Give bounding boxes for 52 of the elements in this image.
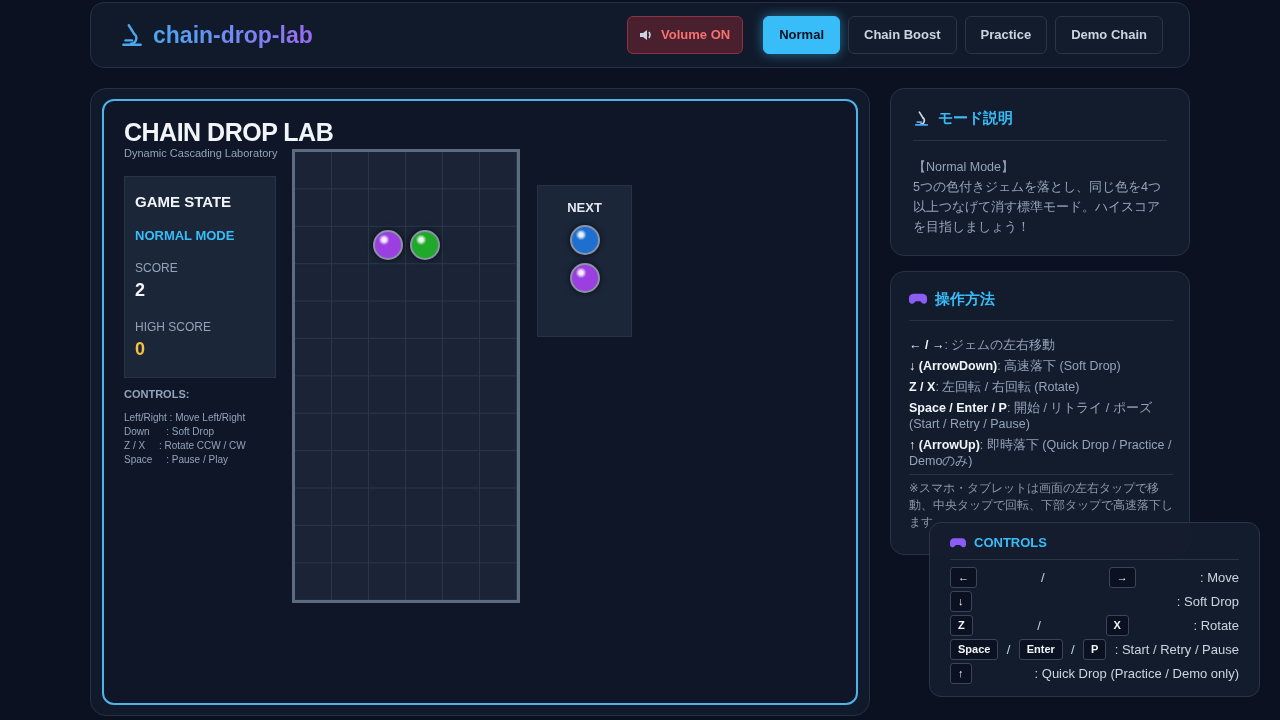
separator: / [1037,616,1041,635]
panel-heading: GAME STATE [135,192,233,212]
control-instruction: ↑ (ArrowUp): 即時落下 (Quick Drop / Practice / Demoのみ) [909,437,1173,469]
mode-tab[interactable]: Practice [964,16,1048,54]
controls-heading: CONTROLS: [124,387,191,402]
separator: / [1006,640,1011,659]
key-cap: ← [950,567,977,588]
controls-line: Space : Pause / Play [124,452,229,467]
key-cap: Z [950,615,973,636]
mode-tab[interactable]: Chain Boost [848,16,957,54]
controls-line: Left/Right : Move Left/Right [124,410,247,425]
control-description: : Quick Drop (Practice / Demo only) [1034,664,1239,683]
key-cap: ↑ [950,663,972,684]
key-cap: P [1083,639,1107,660]
panel-title: 操作方法 [935,288,995,309]
mode-tab[interactable]: Normal [763,16,840,54]
control-instruction: Z / X: 左回転 / 右回転 (Rotate) [909,379,1081,395]
control-description: : Start / Retry / Pause [1114,640,1239,659]
mode-tab[interactable]: Demo Chain [1055,16,1163,54]
mode-heading: 【Normal Mode】 [913,158,1016,176]
overlay-title: CONTROLS [974,534,1047,552]
game-subtitle: Dynamic Cascading Laboratory [124,145,279,161]
control-instruction: Space / Enter / P: 開始 / リトライ / ポーズ (Start / Retry / Pause) [909,400,1153,432]
key-cap: Space [950,639,999,660]
control-description: : Rotate [1193,616,1239,635]
high-score-label: HIGH SCORE [135,319,212,336]
control-description: : Move [1199,568,1239,587]
score-label: SCORE [135,260,179,277]
control-instruction: ↓ (ArrowDown): 高速落下 (Soft Drop) [909,358,1122,374]
volume-button[interactable]: Volume ON [627,16,744,54]
speaker-icon [640,29,654,41]
control-description: : Soft Drop [1176,592,1239,611]
high-score-value: 0 [135,338,146,361]
mode-label: NORMAL MODE [135,226,236,245]
panel-title: モード説明 [938,108,1013,128]
key-cap: → [1108,567,1136,588]
controls-line: Z / X : Rotate CCW / CW [124,438,247,453]
gamepad-icon [909,291,927,306]
gamepad-icon [950,536,966,549]
separator: / [1071,640,1075,659]
score-value: 2 [135,279,146,302]
controls-line: Down : Soft Drop [124,424,216,439]
mode-description: 5つの色付きジェムを落とし、同じ色を4つ以上つなげて消す標準モード。ハイスコアを目指しましょう！ [913,178,1162,236]
key-cap: X [1105,615,1129,636]
microscope-icon [913,109,930,127]
key-cap: Enter [1018,639,1063,660]
microscope-icon [119,22,145,48]
game-title: CHAIN DROP LAB [124,119,335,147]
control-instruction: ← / →: ジェムの左右移動 [909,337,1057,353]
next-heading: NEXT [566,198,603,217]
separator: / [1041,568,1045,587]
key-cap: ↓ [950,591,972,612]
